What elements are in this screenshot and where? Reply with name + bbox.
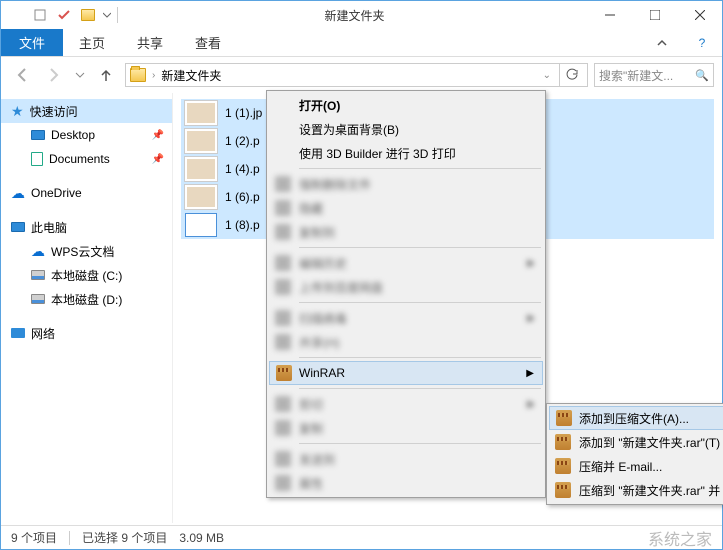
back-button[interactable] bbox=[9, 62, 35, 88]
sidebar: ★快速访问 Desktop📌 Documents📌 ☁OneDrive 此电脑 … bbox=[1, 93, 173, 523]
pc-icon bbox=[11, 222, 25, 232]
search-input[interactable]: 搜索"新建文... 🔍 bbox=[594, 63, 714, 87]
sidebar-documents[interactable]: Documents📌 bbox=[1, 147, 172, 171]
ctx-blurred[interactable]: 共享(H) bbox=[269, 330, 543, 354]
status-bar: 9 个项目 已选择 9 个项目 3.09 MB 系统之家 bbox=[1, 525, 722, 549]
titlebar: 新建文件夹 bbox=[1, 1, 722, 29]
image-thumb bbox=[185, 213, 217, 237]
ctx-blurred[interactable]: 上传到百度网盘 bbox=[269, 275, 543, 299]
watermark: 系统之家 bbox=[648, 526, 712, 550]
disk-icon bbox=[31, 294, 45, 304]
refresh-button[interactable] bbox=[559, 64, 583, 86]
ctx-3dbuilder[interactable]: 使用 3D Builder 进行 3D 打印 bbox=[269, 141, 543, 165]
qat-check[interactable] bbox=[53, 4, 75, 26]
winrar-icon bbox=[555, 434, 571, 450]
ctx-add-rar[interactable]: 添加到 "新建文件夹.rar"(T) bbox=[549, 430, 723, 454]
sidebar-wps[interactable]: ☁WPS云文档 bbox=[1, 239, 172, 263]
chevron-right-icon: › bbox=[152, 70, 155, 81]
sidebar-quick-access[interactable]: ★快速访问 bbox=[1, 99, 172, 123]
image-thumb bbox=[185, 129, 217, 153]
pin-icon: 📌 bbox=[152, 154, 164, 165]
pin-icon: 📌 bbox=[152, 130, 164, 141]
sidebar-disk-d[interactable]: 本地磁盘 (D:) bbox=[1, 287, 172, 311]
winrar-icon bbox=[276, 365, 292, 381]
star-icon: ★ bbox=[11, 103, 24, 120]
qat-dropdown[interactable] bbox=[101, 4, 113, 26]
folder-icon[interactable] bbox=[77, 4, 99, 26]
ctx-blurred[interactable]: 复制到 bbox=[269, 220, 543, 244]
network-icon bbox=[11, 328, 25, 338]
ctx-compress-email[interactable]: 压缩并 E-mail... bbox=[549, 454, 723, 478]
tab-view[interactable]: 查看 bbox=[179, 29, 237, 56]
sidebar-desktop[interactable]: Desktop📌 bbox=[1, 123, 172, 147]
ctx-compress-rar-email[interactable]: 压缩到 "新建文件夹.rar" 并 E-m bbox=[549, 478, 723, 502]
desktop-icon bbox=[31, 130, 45, 140]
recent-dropdown[interactable] bbox=[73, 62, 87, 88]
ctx-blurred[interactable]: 隐藏 bbox=[269, 196, 543, 220]
image-thumb bbox=[185, 157, 217, 181]
disk-icon bbox=[31, 270, 45, 280]
ribbon-expand[interactable] bbox=[642, 29, 682, 56]
minimize-button[interactable] bbox=[587, 1, 632, 29]
ctx-blurred[interactable]: 剪切▶ bbox=[269, 392, 543, 416]
chevron-down-icon[interactable]: ⌄ bbox=[543, 70, 551, 81]
ctx-blurred[interactable]: 强制删除文件 bbox=[269, 172, 543, 196]
sidebar-onedrive[interactable]: ☁OneDrive bbox=[1, 181, 172, 205]
search-placeholder: 搜索"新建文... bbox=[599, 67, 691, 84]
ctx-add-archive[interactable]: 添加到压缩文件(A)... bbox=[549, 406, 723, 430]
image-thumb bbox=[185, 185, 217, 209]
ribbon: 文件 主页 共享 查看 ? bbox=[1, 29, 722, 57]
winrar-icon bbox=[555, 458, 571, 474]
winrar-icon bbox=[555, 482, 571, 498]
ctx-blurred[interactable]: 扫描病毒▶ bbox=[269, 306, 543, 330]
ctx-blurred[interactable]: 复制 bbox=[269, 416, 543, 440]
status-size: 3.09 MB bbox=[179, 531, 224, 545]
tab-home[interactable]: 主页 bbox=[63, 29, 121, 56]
ctx-blurred[interactable]: 编辑历史▶ bbox=[269, 251, 543, 275]
ctx-blurred[interactable]: 发送到 bbox=[269, 447, 543, 471]
sidebar-thispc[interactable]: 此电脑 bbox=[1, 215, 172, 239]
ctx-blurred[interactable]: 属性 bbox=[269, 471, 543, 495]
document-icon bbox=[31, 152, 43, 166]
address-path: 新建文件夹 bbox=[161, 67, 221, 84]
cloud-icon: ☁ bbox=[31, 243, 45, 260]
help-button[interactable]: ? bbox=[682, 29, 722, 56]
image-thumb bbox=[185, 101, 217, 125]
address-bar[interactable]: › 新建文件夹 ⌄ bbox=[125, 63, 588, 87]
cloud-icon: ☁ bbox=[11, 185, 25, 202]
status-selected: 已选择 9 个项目 bbox=[82, 529, 167, 546]
context-menu: 打开(O) 设置为桌面背景(B) 使用 3D Builder 进行 3D 打印 … bbox=[266, 90, 546, 498]
close-button[interactable] bbox=[677, 1, 722, 29]
status-count: 9 个项目 bbox=[11, 529, 57, 546]
ctx-winrar[interactable]: WinRAR▶ bbox=[269, 361, 543, 385]
forward-button[interactable] bbox=[41, 62, 67, 88]
winrar-icon bbox=[556, 410, 572, 426]
ctx-wallpaper[interactable]: 设置为桌面背景(B) bbox=[269, 117, 543, 141]
sidebar-network[interactable]: 网络 bbox=[1, 321, 172, 345]
chevron-right-icon: ▶ bbox=[526, 368, 534, 379]
address-bar-row: › 新建文件夹 ⌄ 搜索"新建文... 🔍 bbox=[1, 57, 722, 93]
qat-properties[interactable] bbox=[29, 4, 51, 26]
up-button[interactable] bbox=[93, 62, 119, 88]
ctx-open[interactable]: 打开(O) bbox=[269, 93, 543, 117]
tab-share[interactable]: 共享 bbox=[121, 29, 179, 56]
maximize-button[interactable] bbox=[632, 1, 677, 29]
window-title: 新建文件夹 bbox=[122, 7, 587, 24]
folder-icon bbox=[130, 68, 146, 82]
file-tab[interactable]: 文件 bbox=[1, 29, 63, 56]
folder-icon bbox=[5, 4, 27, 26]
sidebar-disk-c[interactable]: 本地磁盘 (C:) bbox=[1, 263, 172, 287]
context-submenu: 添加到压缩文件(A)... 添加到 "新建文件夹.rar"(T) 压缩并 E-m… bbox=[546, 403, 723, 505]
search-icon: 🔍 bbox=[695, 69, 709, 82]
